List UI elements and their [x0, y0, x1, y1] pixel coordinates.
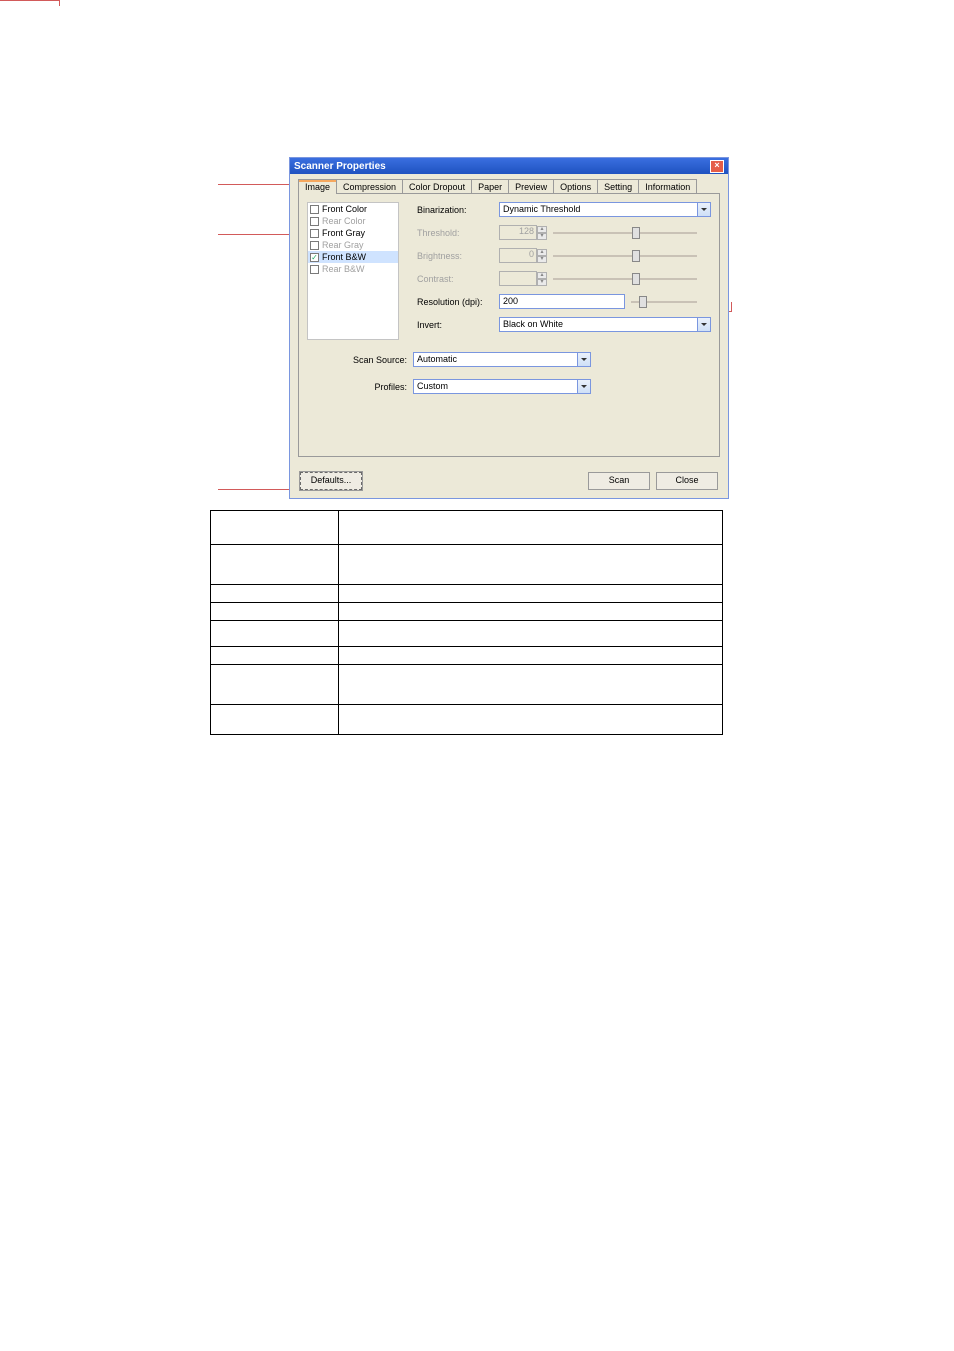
tab-options[interactable]: Options: [553, 179, 598, 194]
table-cell: [211, 545, 339, 585]
close-icon[interactable]: ×: [710, 160, 724, 173]
callout-line: [218, 184, 298, 185]
row-invert: Invert: Black on White: [417, 317, 711, 332]
row-binarization: Binarization: Dynamic Threshold: [417, 202, 711, 217]
callout-line: [0, 0, 60, 6]
tab-setting[interactable]: Setting: [597, 179, 639, 194]
scan-button[interactable]: Scan: [588, 472, 650, 490]
threshold-input: 128: [499, 225, 537, 240]
threshold-slider: [553, 226, 711, 240]
table-cell: [339, 603, 723, 621]
tab-image[interactable]: Image: [298, 179, 337, 194]
table-cell: [339, 665, 723, 705]
chevron-down-icon[interactable]: [577, 380, 590, 393]
table-cell: [211, 603, 339, 621]
row-contrast: Contrast: ▴▾: [417, 271, 711, 286]
defaults-button[interactable]: Defaults...: [300, 472, 362, 490]
tab-strip: Image Compression Color Dropout Paper Pr…: [290, 174, 728, 194]
checkbox-icon[interactable]: [310, 205, 319, 214]
sel-front-bw[interactable]: ✓Front B&W: [308, 251, 398, 263]
table-cell: [339, 585, 723, 603]
row-profiles: Profiles: Custom: [307, 379, 711, 394]
table-cell: [211, 665, 339, 705]
sel-front-color[interactable]: Front Color: [308, 203, 398, 215]
binarization-select[interactable]: Dynamic Threshold: [499, 202, 711, 217]
sel-rear-gray[interactable]: Rear Gray: [308, 239, 398, 251]
tab-content: Front Color Rear Color Front Gray Rear G…: [298, 193, 720, 457]
row-threshold: Threshold: 128 ▴▾: [417, 225, 711, 240]
table-cell: [211, 621, 339, 647]
titlebar: Scanner Properties ×: [290, 158, 728, 174]
contrast-input: [499, 271, 537, 286]
table-cell: [339, 511, 723, 545]
checkbox-icon[interactable]: [310, 265, 319, 274]
spinner-icon: ▴▾: [537, 249, 547, 263]
tab-paper[interactable]: Paper: [471, 179, 509, 194]
table-cell: [211, 585, 339, 603]
table-cell: [211, 705, 339, 735]
contrast-slider: [553, 272, 711, 286]
chevron-down-icon[interactable]: [697, 203, 710, 216]
sel-rear-color[interactable]: Rear Color: [308, 215, 398, 227]
checkbox-icon[interactable]: ✓: [310, 253, 319, 262]
chevron-down-icon[interactable]: [577, 353, 590, 366]
checkbox-icon[interactable]: [310, 241, 319, 250]
spinner-icon: ▴▾: [537, 272, 547, 286]
sel-front-gray[interactable]: Front Gray: [308, 227, 398, 239]
tab-color-dropout[interactable]: Color Dropout: [402, 179, 472, 194]
table-cell: [339, 705, 723, 735]
row-scan-source: Scan Source: Automatic: [307, 352, 711, 367]
sel-rear-bw[interactable]: Rear B&W: [308, 263, 398, 275]
table-cell: [339, 545, 723, 585]
table-cell: [339, 621, 723, 647]
brightness-slider: [553, 249, 711, 263]
tab-preview[interactable]: Preview: [508, 179, 554, 194]
scanner-properties-dialog: Scanner Properties × Image Compression C…: [289, 157, 729, 499]
resolution-slider[interactable]: [631, 295, 711, 309]
profiles-select[interactable]: Custom: [413, 379, 591, 394]
resolution-input[interactable]: 200: [499, 294, 625, 309]
table-cell: [211, 511, 339, 545]
table-cell: [339, 647, 723, 665]
tab-compression[interactable]: Compression: [336, 179, 403, 194]
row-resolution: Resolution (dpi): 200: [417, 294, 711, 309]
spinner-icon: ▴▾: [537, 226, 547, 240]
close-button[interactable]: Close: [656, 472, 718, 490]
callout-table: [210, 510, 723, 735]
settings-panel: Binarization: Dynamic Threshold Threshol…: [399, 202, 711, 340]
tab-information[interactable]: Information: [638, 179, 697, 194]
chevron-down-icon[interactable]: [697, 318, 710, 331]
window-title: Scanner Properties: [294, 161, 386, 172]
brightness-input: 0: [499, 248, 537, 263]
row-brightness: Brightness: 0 ▴▾: [417, 248, 711, 263]
checkbox-icon[interactable]: [310, 229, 319, 238]
table-cell: [211, 647, 339, 665]
invert-select[interactable]: Black on White: [499, 317, 711, 332]
button-bar: Defaults... Scan Close: [290, 466, 728, 498]
image-selection-box: Front Color Rear Color Front Gray Rear G…: [307, 202, 399, 340]
checkbox-icon[interactable]: [310, 217, 319, 226]
scan-source-select[interactable]: Automatic: [413, 352, 591, 367]
